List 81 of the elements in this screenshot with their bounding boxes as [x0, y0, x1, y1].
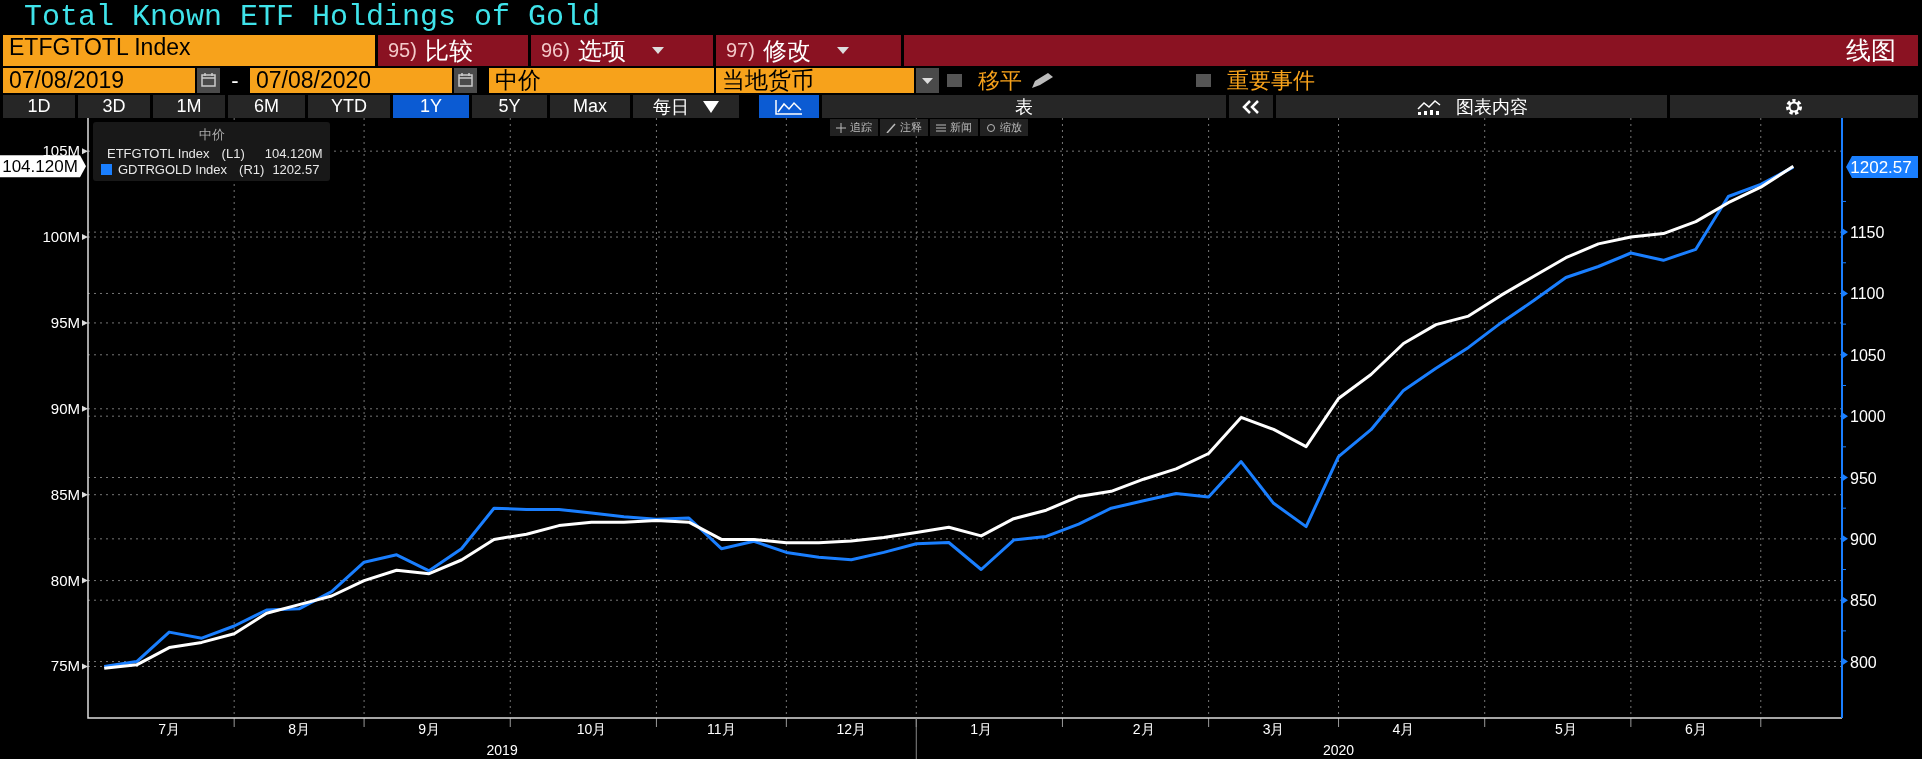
price-field[interactable]: 中价 — [489, 68, 714, 93]
period-tab[interactable]: 5Y — [472, 95, 547, 118]
chart-contents-button[interactable]: 图表内容 — [1276, 95, 1667, 118]
year-label: 2019 — [486, 742, 518, 758]
axis-label: 100M — [42, 228, 80, 246]
month-label: 3月 — [1262, 721, 1285, 737]
line-chart-button[interactable] — [759, 95, 819, 118]
last-value-tag: 104.120M — [0, 155, 86, 178]
legend-series-name: GDTRGOLD Index — [118, 161, 228, 177]
chart-tool-button[interactable]: 注释 — [880, 119, 928, 136]
axis-label: 85M — [50, 485, 80, 503]
year-label: 2020 — [1322, 742, 1355, 758]
magnifier-icon — [986, 122, 996, 133]
checkbox[interactable] — [947, 74, 962, 87]
double-chevron-icon — [1242, 99, 1260, 114]
end-date-field[interactable]: 07/08/2020 — [250, 68, 452, 93]
last-value-tag: 1202.57 — [1846, 156, 1918, 179]
period-tab[interactable]: 1D — [3, 95, 75, 118]
period-tab[interactable]: 6M — [228, 95, 305, 118]
axis-label: 800 — [1850, 653, 1877, 671]
period-tab[interactable]: 1Y — [393, 95, 469, 118]
dropdown-icon[interactable] — [916, 68, 939, 93]
period-tab[interactable]: 1M — [153, 95, 225, 118]
month-label: 5月 — [1555, 721, 1577, 737]
checkbox[interactable] — [1196, 74, 1211, 87]
axis-label: 75M — [50, 657, 80, 675]
calendar-icon[interactable] — [197, 68, 220, 93]
start-date-field[interactable]: 07/08/2019 — [3, 68, 195, 93]
period-tab[interactable]: Max — [550, 95, 630, 118]
security-field[interactable]: ETFGTOTL Index — [3, 35, 375, 66]
chart-title: Total Known ETF Holdings of Gold — [23, 0, 602, 34]
menu-button[interactable]: 95) 比较 — [378, 35, 528, 66]
month-label: 9月 — [418, 721, 440, 737]
period-tab[interactable]: 3D — [78, 95, 150, 118]
caret-icon — [703, 100, 719, 113]
month-label: 10月 — [576, 721, 607, 737]
month-label: 7月 — [158, 721, 181, 737]
line-chart-icon — [775, 98, 803, 115]
calendar-icon[interactable] — [454, 68, 477, 93]
currency-field[interactable]: 当地货币 — [716, 68, 914, 93]
chart-icon — [1415, 98, 1442, 115]
axis-label: 1050 — [1850, 346, 1886, 364]
legend-title: 中价 — [197, 126, 226, 144]
legend-axis: (L1) — [221, 145, 245, 161]
crosshair-icon — [836, 122, 846, 133]
month-label: 6月 — [1684, 721, 1707, 737]
axis-label: 80M — [50, 571, 80, 589]
axis-label: 1100 — [1850, 285, 1885, 303]
axis-label: 95M — [50, 313, 80, 331]
month-label: 4月 — [1392, 721, 1415, 737]
list-icon — [936, 122, 946, 133]
option-label: 重要事件 — [1227, 66, 1315, 95]
menu-button[interactable]: 97) 修改 — [716, 35, 901, 66]
menu-button[interactable]: 96) 选项 — [531, 35, 713, 66]
axis-label: 1000 — [1850, 408, 1886, 426]
legend-axis: (R1) — [239, 161, 265, 177]
month-label: 11月 — [707, 721, 736, 737]
chart-tool-button[interactable]: 新闻 — [930, 119, 978, 136]
axis-label: 850 — [1850, 592, 1877, 610]
chart-tool-button[interactable]: 缩放 — [980, 119, 1028, 136]
table-button[interactable]: 表 — [822, 95, 1226, 118]
settings-button[interactable] — [1670, 95, 1918, 118]
month-label: 12月 — [836, 721, 867, 737]
legend-value: 1202.57 — [272, 161, 320, 177]
month-label: 1月 — [970, 721, 993, 737]
date-separator: - — [230, 67, 240, 94]
month-label: 2月 — [1132, 721, 1155, 737]
settings-icon — [1784, 96, 1804, 117]
collapse-button[interactable] — [1229, 95, 1273, 118]
axis-label: 90M — [50, 399, 80, 417]
period-tab[interactable]: YTD — [308, 95, 390, 118]
legend-series-name: ETFGTOTL Index — [107, 145, 210, 161]
month-label: 8月 — [288, 721, 311, 737]
chart-type-label: 线图 — [1846, 35, 1897, 66]
axis-label: 1150 — [1850, 224, 1885, 242]
axis-label: 900 — [1850, 530, 1877, 548]
frequency-dropdown[interactable]: 每日 — [633, 95, 739, 118]
option-label: 移平 — [978, 66, 1022, 95]
legend-value: 104.120M — [264, 145, 323, 161]
chart-tool-button[interactable]: 追踪 — [830, 119, 878, 136]
axis-label: 950 — [1850, 469, 1877, 487]
